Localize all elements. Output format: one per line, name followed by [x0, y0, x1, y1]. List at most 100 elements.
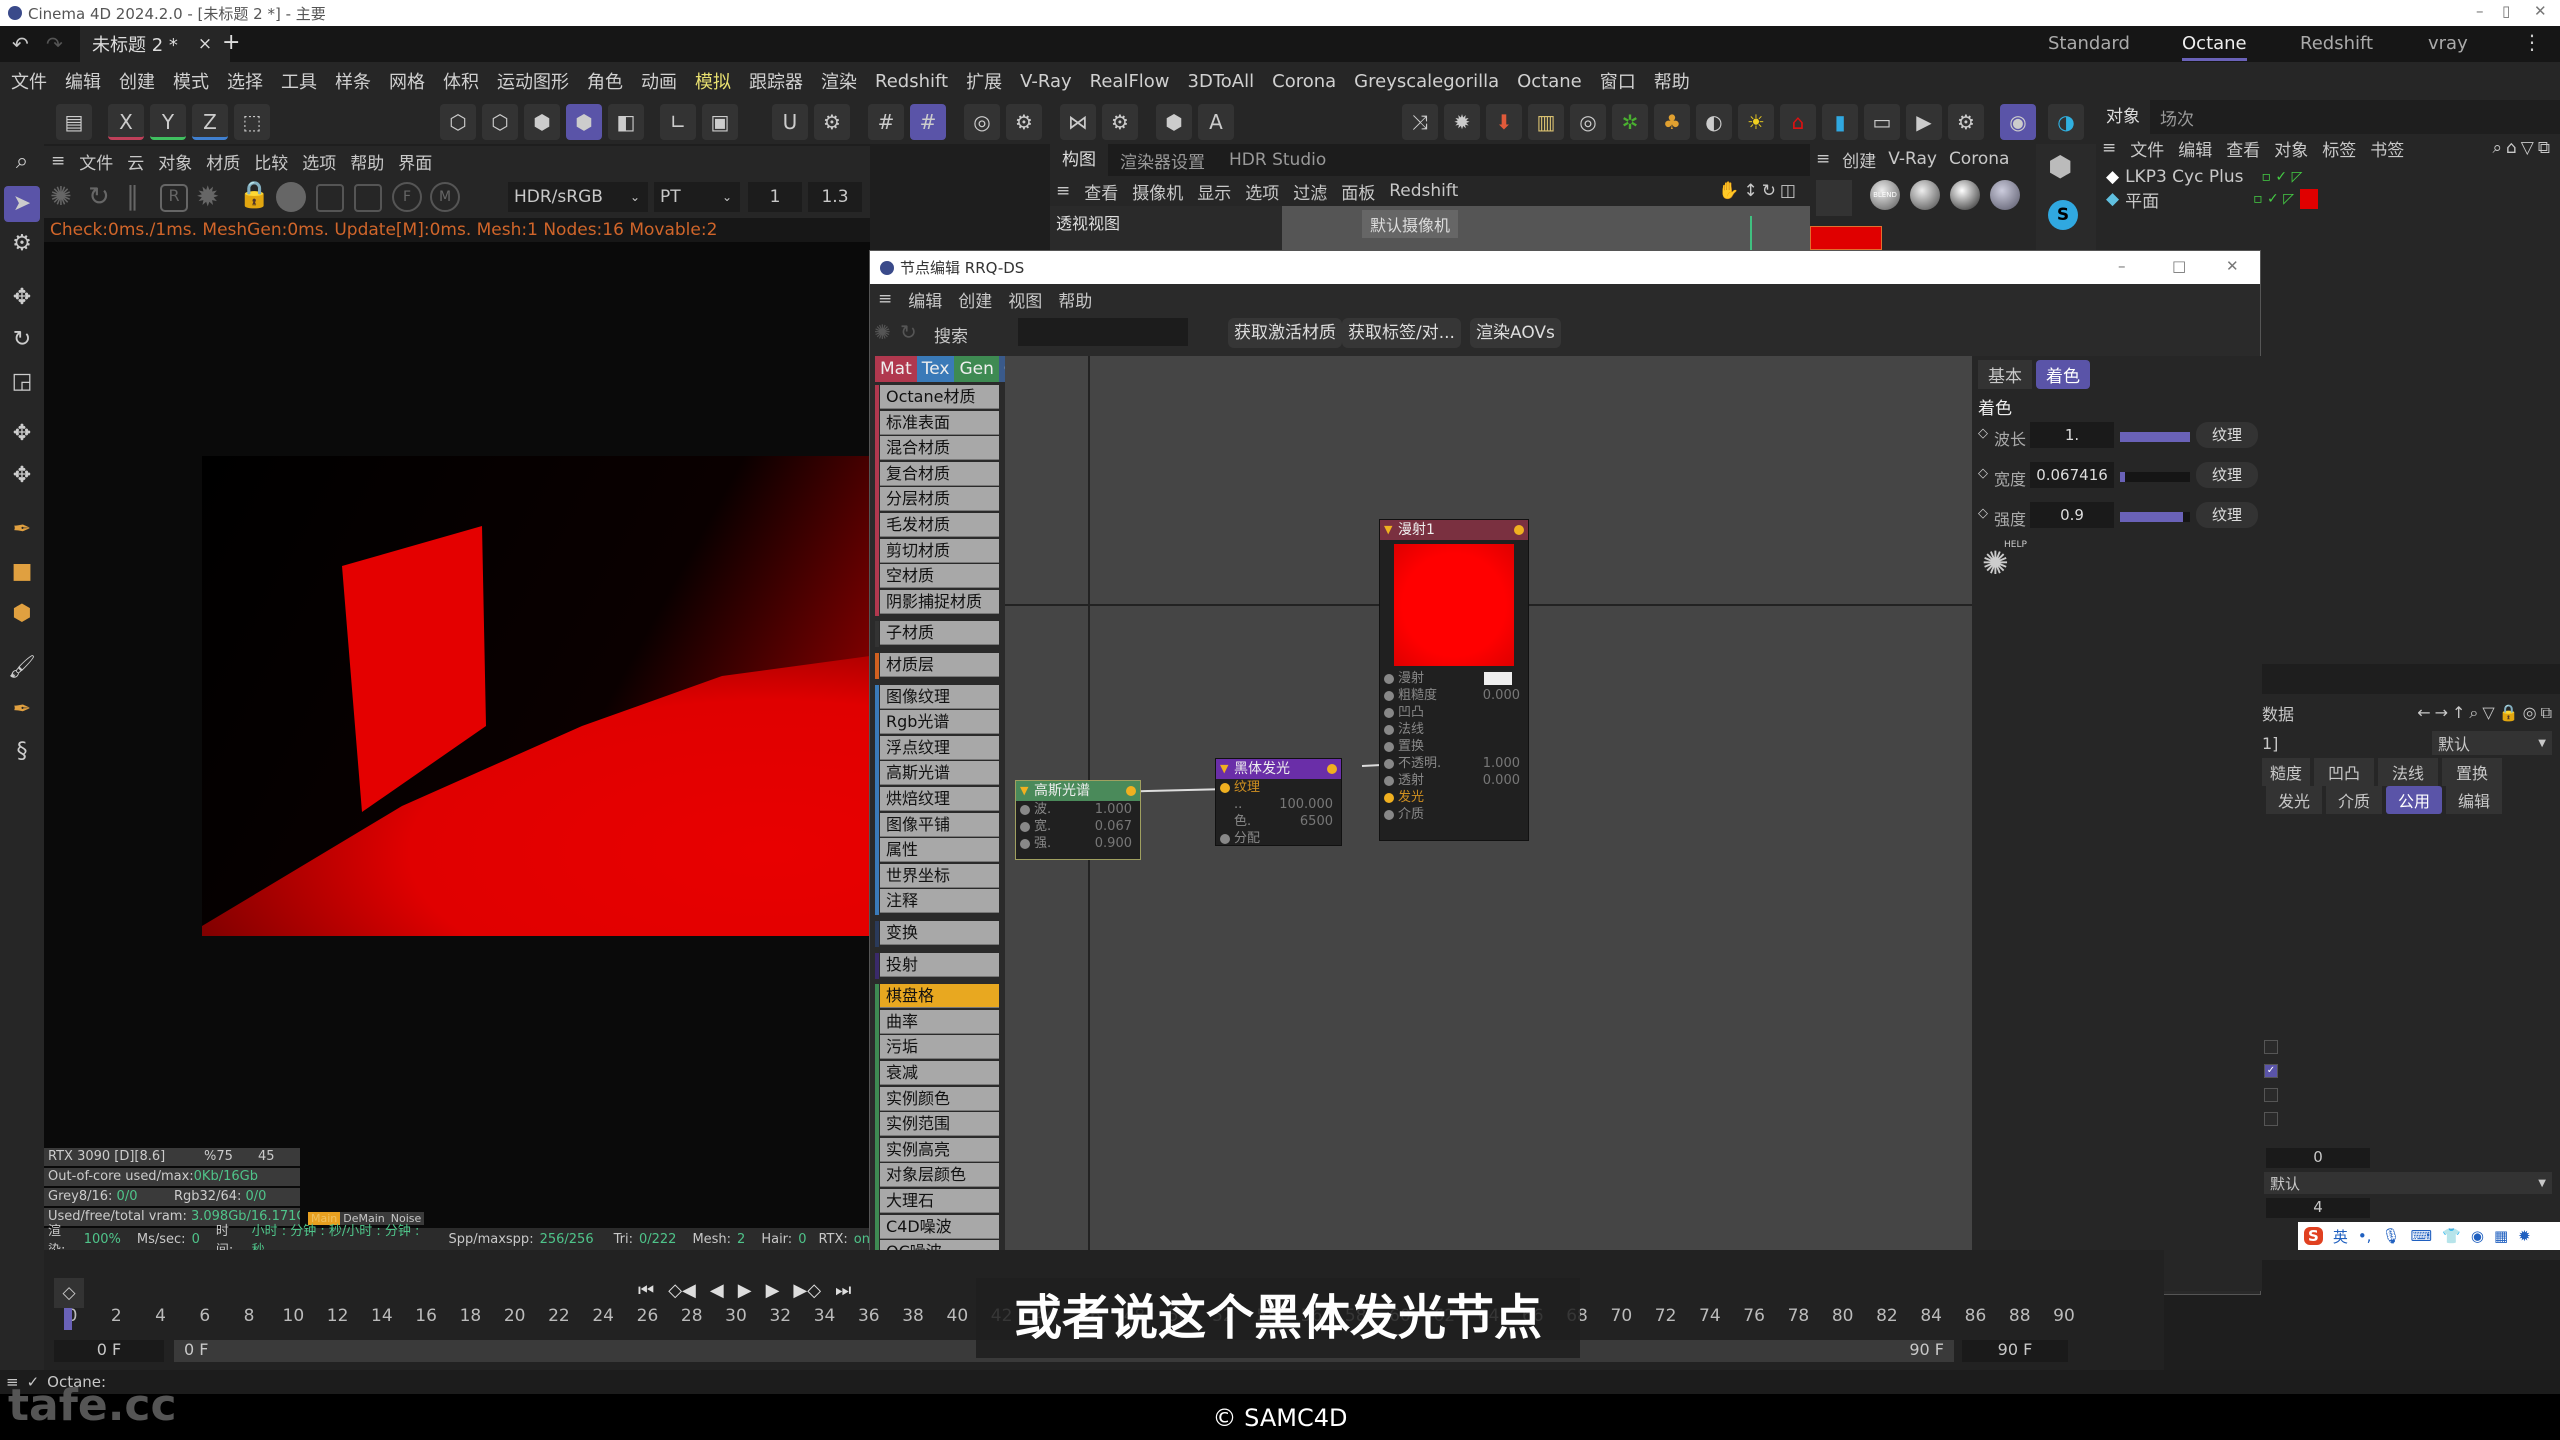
attr-checkbox[interactable]: [2264, 1112, 2278, 1126]
render-aovs-button[interactable]: 渲染AOVs: [1470, 318, 1561, 348]
archive-icon[interactable]: ▤: [56, 104, 92, 140]
edges-mode-icon[interactable]: ⬡: [482, 104, 518, 140]
settings-icon[interactable]: ✹: [2518, 1227, 2531, 1245]
attr-tab-roughness[interactable]: 糙度: [2262, 758, 2311, 786]
menu-tools[interactable]: 工具: [281, 68, 317, 94]
ov-menu-material[interactable]: 材质: [206, 149, 240, 174]
menu-greyscalegorilla[interactable]: Greyscalegorilla: [1354, 71, 1499, 92]
node-port-row[interactable]: 凹凸: [1380, 704, 1528, 721]
restart-render-icon[interactable]: ↻: [88, 182, 110, 212]
node-header[interactable]: ▼ 漫射1: [1380, 520, 1528, 540]
rotate-icon[interactable]: ↻: [4, 322, 40, 358]
layers-icon[interactable]: ▥: [1528, 104, 1564, 140]
live-selection-icon[interactable]: ➤: [4, 186, 40, 222]
input-pin[interactable]: [1384, 742, 1394, 752]
search-input[interactable]: [1018, 318, 1188, 346]
ov-menu-cloud[interactable]: 云: [127, 149, 144, 174]
vp-menu-display[interactable]: 显示: [1197, 179, 1231, 204]
node-port-row[interactable]: 透射 0.000: [1380, 772, 1528, 789]
category-tab-gen[interactable]: Gen: [954, 356, 999, 382]
menu-mograph[interactable]: 运动图形: [497, 68, 569, 94]
punct-icon[interactable]: •,: [2358, 1227, 2372, 1245]
layout-octane[interactable]: Octane: [2182, 33, 2247, 61]
new-tab-icon[interactable]: +: [222, 30, 240, 55]
collapse-icon[interactable]: ▼: [1020, 781, 1028, 801]
minimize-icon[interactable]: –: [2118, 257, 2126, 275]
focus-pick-icon[interactable]: F: [392, 182, 422, 212]
material-tag-icon[interactable]: [2299, 189, 2318, 209]
next-key-icon[interactable]: ▶◇: [793, 1280, 821, 1301]
clapper-icon[interactable]: ▭: [1864, 104, 1900, 140]
input-pin[interactable]: [1020, 822, 1030, 832]
input-pin[interactable]: [1384, 810, 1394, 820]
attr-number-field[interactable]: 0: [2266, 1148, 2370, 1168]
restore-icon[interactable]: ▯: [2502, 2, 2510, 20]
menu-character[interactable]: 角色: [587, 68, 623, 94]
node-list-item[interactable]: 衰减: [880, 1061, 999, 1085]
mat-menu-vray[interactable]: V-Ray: [1888, 149, 1937, 169]
diffuse-color-swatch[interactable]: [1484, 672, 1512, 685]
menu-animate[interactable]: 动画: [641, 68, 677, 94]
menu-realflow[interactable]: RealFlow: [1090, 71, 1170, 92]
node-gaussian-spectrum[interactable]: ▼ 高斯光谱 波. 1.000 宽. 0.067 强. 0.900: [1015, 780, 1141, 860]
attr-checkbox[interactable]: [2264, 1088, 2278, 1102]
node-port-row[interactable]: 漫射: [1380, 670, 1528, 687]
attr-nav-icons[interactable]: ←→↑⌕▽🔒◎⧉: [2417, 703, 2556, 723]
get-active-material-button[interactable]: 获取激活材质: [1228, 318, 1342, 348]
node-list-item[interactable]: 曲率: [880, 1009, 999, 1034]
square-icon[interactable]: [354, 184, 382, 212]
symmetry-icon[interactable]: ⋈: [1060, 104, 1096, 140]
node-port-row[interactable]: 宽. 0.067: [1016, 818, 1140, 835]
param-value-field[interactable]: 0.067416: [2030, 462, 2114, 488]
tab-layout[interactable]: 构图: [1050, 144, 1108, 176]
go-to-start-icon[interactable]: ⏮: [638, 1280, 654, 1301]
move-icon[interactable]: ✥: [4, 280, 40, 316]
texture-button[interactable]: 纹理: [2196, 502, 2258, 528]
y-axis-toggle[interactable]: Y: [150, 104, 186, 140]
start-frame-field[interactable]: 0 F: [54, 1340, 164, 1362]
render-view-icon[interactable]: ▶: [1906, 104, 1942, 140]
close-icon[interactable]: ✕: [2534, 2, 2547, 20]
node-port-row[interactable]: 分配: [1216, 830, 1341, 847]
model-mode-icon[interactable]: ⬢: [566, 104, 602, 140]
node-blackbody-emission[interactable]: ▼ 黑体发光 纹理.. 100.000 色. 6500 分配: [1215, 758, 1342, 846]
node-list-item[interactable]: 图像纹理: [880, 684, 999, 709]
attr-checkbox[interactable]: [2264, 1040, 2278, 1054]
next-frame-icon[interactable]: ▶: [766, 1280, 780, 1301]
keyframe-icon[interactable]: ◇: [1978, 426, 1988, 441]
node-editor-icon[interactable]: [1816, 180, 1852, 216]
hamburger-icon[interactable]: ≡: [1816, 149, 1830, 169]
polygons-mode-icon[interactable]: ⬢: [524, 104, 560, 140]
cube-spline-icon[interactable]: ⬢: [4, 596, 40, 632]
octane-live-viewer-icon[interactable]: ◑: [2048, 104, 2084, 140]
axis-mode-icon[interactable]: ∟: [660, 104, 696, 140]
port-value[interactable]: 6500: [1300, 813, 1333, 830]
uv-mode-icon[interactable]: ◧: [608, 104, 644, 140]
transform-icon[interactable]: ✥: [4, 416, 40, 452]
node-list-item[interactable]: 变换: [880, 921, 999, 945]
vp-menu-redshift[interactable]: Redshift: [1389, 181, 1458, 201]
node-list-item[interactable]: 图像平铺: [880, 812, 999, 837]
node-diffuse[interactable]: ▼ 漫射1 漫射 粗糙度 0.000 凹凸 法线 置换 不透明. 1.000 透射 0.000 发光…: [1379, 519, 1529, 841]
close-icon[interactable]: ✕: [2226, 257, 2239, 275]
menu-extensions[interactable]: 扩展: [966, 68, 1002, 94]
input-pin[interactable]: [1384, 725, 1394, 735]
category-tab-mat[interactable]: Mat: [875, 356, 917, 382]
node-port-row[interactable]: 粗糙度 0.000: [1380, 687, 1528, 704]
max-frame-field[interactable]: 90 F: [1962, 1340, 2068, 1362]
menu-mesh[interactable]: 网格: [389, 68, 425, 94]
menu-simulate[interactable]: 模拟: [695, 68, 731, 94]
attr-tab-medium[interactable]: 介质: [2326, 786, 2383, 814]
points-mode-icon[interactable]: ⬡: [440, 104, 476, 140]
ov-menu-options[interactable]: 选项: [302, 149, 336, 174]
node-list-item[interactable]: 复合材质: [880, 461, 999, 486]
node-list-item[interactable]: 实例颜色: [880, 1086, 999, 1111]
refresh-icon[interactable]: ↻: [900, 320, 917, 344]
node-port-row[interactable]: 发光: [1380, 789, 1528, 806]
om-search-icons[interactable]: ⌕⌂▽⧉: [2492, 138, 2554, 158]
menu-mode[interactable]: 模式: [173, 68, 209, 94]
node-list-item[interactable]: Rgb光谱: [880, 710, 999, 735]
attr-tab-common[interactable]: 公用: [2386, 786, 2443, 814]
collapse-icon[interactable]: ▼: [1384, 520, 1392, 540]
texture-mode-icon[interactable]: ▣: [702, 104, 738, 140]
